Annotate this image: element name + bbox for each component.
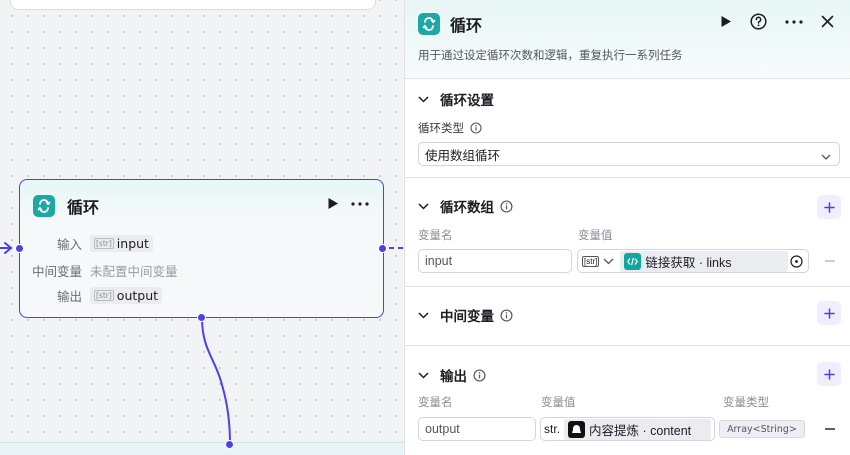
output-type-badge: Array<String> [719,420,805,438]
panel-description: 用于通过设定循环次数和逻辑，重复执行一系列任务 [418,48,683,62]
close-icon[interactable] [821,15,834,28]
play-icon[interactable] [720,15,732,28]
node-input-chip: [str] input [90,235,153,252]
node-output-label: 输出 [56,289,82,304]
chevron-down-icon [821,150,831,164]
info-icon[interactable] [473,368,486,382]
loop-icon [418,13,440,35]
chevron-down-icon[interactable] [418,368,429,383]
string-type-tag: [str] [94,238,114,249]
intermediate-variables-section: 中间变量 [405,287,850,346]
array-value-ref-text: 链接获取 · links [645,255,732,270]
info-icon[interactable] [470,122,482,134]
array-value-ref: [str] 链接获取 · links [582,250,789,272]
node-input-port[interactable] [15,244,24,253]
array-variable-value-field[interactable]: [str] 链接获取 · links [577,249,809,273]
add-intermediate-variable-button[interactable] [817,301,841,325]
add-output-variable-button[interactable] [817,362,841,386]
node-intermediate-value: 未配置中间变量 [90,264,178,279]
array-variable-name-input[interactable] [418,249,572,273]
loop-array-section: 循环数组 变量名 变量值 [str] 链接获取 · links [405,178,850,287]
output-col-value: 变量值 [541,395,576,409]
string-type-tag: str. [544,422,561,436]
clear-icon[interactable] [790,255,803,271]
loop-type-label: 循环类型 [418,121,464,135]
array-col-value: 变量值 [578,228,613,242]
output-variable-value-field[interactable]: str. 内容提炼 · content [540,417,715,441]
output-value-ref-text: 内容提炼 · content [589,423,692,438]
chevron-down-icon[interactable] [603,254,614,268]
output-value-chip: 内容提炼 · content [564,418,712,440]
loop-settings-title: 循环设置 [440,93,494,109]
loop-settings-section: 循环设置 循环类型 使用数组循环 [405,79,850,178]
node-output-chip: [str] output [90,287,163,304]
loop-type-select[interactable]: 使用数组循环 [418,142,840,166]
loop-icon [33,195,55,217]
wire-end-port[interactable] [225,440,234,449]
output-col-type: 变量类型 [723,395,769,409]
more-icon[interactable] [351,201,369,206]
string-type-tag: [str] [94,290,114,301]
node-input-label: 输入 [56,237,82,252]
chevron-down-icon[interactable] [418,92,429,107]
output-col-name: 变量名 [418,395,453,409]
string-type-tag: [str] [582,255,600,267]
minus-icon[interactable] [823,422,837,436]
add-array-variable-button[interactable] [817,195,841,219]
node-output-value: output [116,288,159,303]
chevron-down-icon[interactable] [418,308,429,323]
node-intermediate-label: 中间变量 [31,264,82,279]
output-header[interactable]: 输出 [418,365,486,385]
node-intermediate-row: 中间变量 未配置中间变量 [20,261,178,280]
intermediate-title: 中间变量 [440,309,494,325]
output-section: 输出 变量名 变量值 变量类型 str. 内容提炼 · content Arra… [405,346,850,455]
loop-node[interactable]: 循环 输入 [str] input 中间变量 未配置中间变量 输出 [str] … [15,179,387,322]
output-variable-name-input[interactable] [418,417,536,441]
output-value-ref: str. 内容提炼 · content [544,418,712,440]
node-settings-panel: 循环 用于通过设定循环次数和逻辑，重复执行一系列任务 循环设置 循环类型 使用数… [404,0,850,455]
node-output-row: 输出 [str] output [20,286,163,305]
node-output-port[interactable] [378,244,387,253]
loop-type-label-row: 循环类型 [418,120,482,136]
info-icon[interactable] [500,199,513,213]
loop-type-value: 使用数组循环 [425,148,501,163]
node-title: 循环 [67,198,100,217]
loop-settings-header[interactable]: 循环设置 [418,89,494,109]
array-col-name: 变量名 [418,228,453,242]
loop-array-header[interactable]: 循环数组 [418,196,513,216]
output-title: 输出 [440,369,467,385]
info-icon[interactable] [500,308,513,322]
question-icon[interactable] [750,13,767,30]
node-loop-body-port[interactable] [197,313,206,322]
panel-header: 循环 用于通过设定循环次数和逻辑，重复执行一系列任务 [405,0,850,79]
content-extract-icon [568,420,586,438]
more-icon[interactable] [785,19,803,24]
node-input-row: 输入 [str] input [20,234,153,253]
chevron-down-icon[interactable] [418,199,429,214]
canvas-bottom-region [0,442,404,455]
play-icon[interactable] [327,197,339,210]
panel-title: 循环 [450,16,483,35]
loop-array-title: 循环数组 [440,200,494,216]
code-icon [624,252,642,270]
array-value-chip: 链接获取 · links [620,250,789,272]
intermediate-header[interactable]: 中间变量 [418,305,513,325]
node-input-value: input [116,236,149,251]
minus-icon[interactable] [823,254,837,268]
